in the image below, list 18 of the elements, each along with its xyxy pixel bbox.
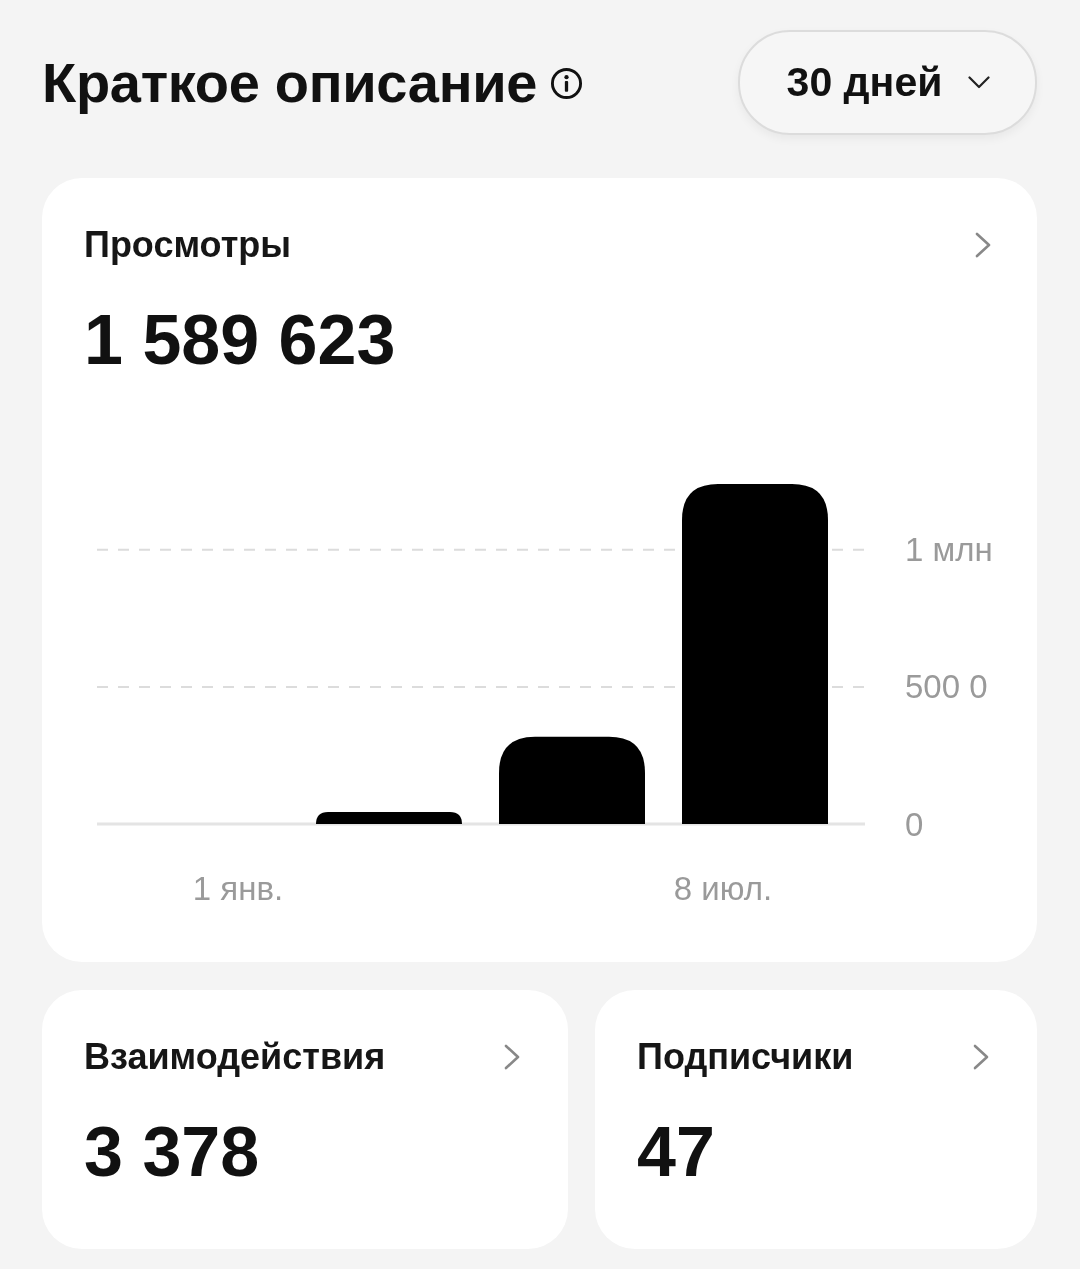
chevron-right-icon[interactable] [504, 1044, 520, 1070]
info-icon[interactable] [550, 67, 584, 100]
x-axis-label: 1 янв. [192, 869, 284, 907]
chevron-down-icon [968, 76, 991, 89]
card-title: Взаимодействия [84, 1037, 386, 1077]
stat-value: 3 378 [84, 1114, 261, 1191]
stat-value: 47 [637, 1114, 716, 1191]
y-axis-label: 1 млн [905, 531, 993, 569]
x-axis-label: 8 июл. [673, 869, 773, 907]
stat-value: 1 589 623 [84, 302, 397, 379]
page-title: Краткое описание [42, 50, 538, 115]
chevron-right-icon[interactable] [975, 232, 991, 258]
card-title: Подписчики [637, 1037, 854, 1077]
chevron-right-icon[interactable] [973, 1044, 989, 1070]
y-axis-label: 0 [905, 805, 924, 843]
period-dropdown[interactable]: 30 дней [738, 30, 1037, 135]
y-axis-label: 500 0 [905, 668, 988, 706]
card-title: Просмотры [84, 225, 292, 265]
